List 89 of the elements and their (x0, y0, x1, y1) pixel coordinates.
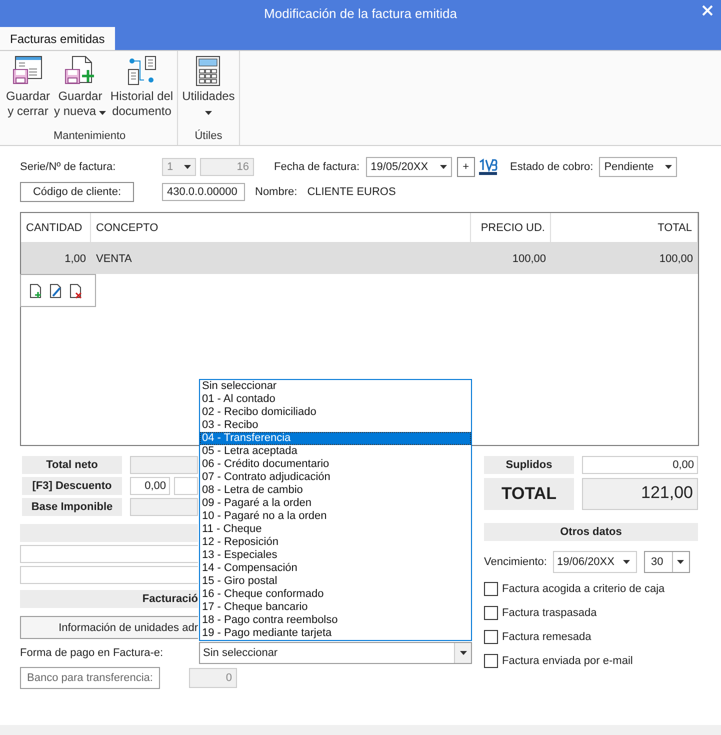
info-button[interactable]: Información de unidades adr (20, 616, 198, 639)
field-label: Serie/Nº de factura: (20, 161, 117, 173)
checkbox-label: Factura acogida a criterio de caja (502, 583, 665, 595)
dropdown-option[interactable]: 01 - Al contado (200, 393, 471, 406)
amount-field (130, 498, 198, 516)
group-label: Útiles (194, 130, 222, 144)
caret-icon (440, 165, 447, 169)
caret-icon (677, 560, 684, 564)
dropdown-option[interactable]: 19 - Pago mediante tarjeta (200, 627, 471, 640)
dropdown-option[interactable]: 13 - Especiales (200, 549, 471, 562)
dropdown-option[interactable]: 02 - Recibo domiciliado (200, 406, 471, 419)
total-label: [F3] Descuento (22, 477, 122, 495)
amount-field[interactable] (174, 477, 198, 495)
save-icon (12, 55, 44, 87)
checkbox[interactable] (484, 582, 498, 596)
checkbox[interactable] (484, 606, 498, 620)
dropdown-option[interactable]: 16 - Cheque conformado (200, 588, 471, 601)
payment-select[interactable]: Sin seleccionar (199, 642, 472, 664)
dropdown-option[interactable]: 03 - Recibo (200, 419, 471, 432)
ribbon-button[interactable]: Guardar y nueva (52, 55, 108, 130)
text-field[interactable] (20, 566, 198, 584)
ribbon-button[interactable]: Guardar y cerrar (4, 55, 52, 130)
client-name: CLIENTE EUROS (307, 186, 396, 198)
amount-field[interactable]: 0,00 (582, 456, 698, 474)
bank-field: 0 (188, 668, 237, 688)
total-label: Suplidos (484, 456, 574, 474)
ribbon-button[interactable]: Utilidades (180, 55, 237, 130)
number-field: 16 (200, 158, 254, 176)
dropdown-option[interactable]: 14 - Compensación (200, 562, 471, 575)
dropdown-option[interactable]: Sin seleccionar (200, 380, 471, 393)
field-label: Nombre: (255, 186, 298, 198)
dropdown-option[interactable]: 18 - Pago contra reembolso (200, 614, 471, 627)
dropdown-option[interactable]: 15 - Giro postal (200, 575, 471, 588)
checkbox-label: Factura traspasada (502, 607, 597, 619)
window-title: Modificación de la factura emitida (264, 6, 457, 21)
dropdown-option[interactable]: 06 - Crédito documentario (200, 458, 471, 471)
caret-icon (622, 560, 630, 564)
dropdown-option[interactable]: 08 - Letra de cambio (200, 484, 471, 497)
checkbox-label: Factura remesada (502, 631, 592, 643)
ribbon-tab[interactable]: Facturas emitidas (0, 27, 115, 50)
caret-icon (460, 651, 466, 655)
dropdown-option[interactable]: 04 - Transferencia (200, 432, 471, 445)
discount-field[interactable]: 0,00 (130, 477, 170, 495)
table-cell-text: 100,00 (658, 252, 694, 266)
table-cell-text: VENTA (95, 252, 133, 266)
dropdown-option[interactable]: 07 - Contrato adjudicación (200, 471, 471, 484)
dropdown-option[interactable]: 11 - Cheque (200, 523, 471, 536)
table-cell-text: 1,00 (64, 252, 87, 266)
field-label: Fecha de factura: (274, 161, 360, 173)
ribbon-button[interactable]: Historial del documento (108, 55, 176, 130)
dropdown-option[interactable]: 09 - Pagaré a la orden (200, 497, 471, 510)
group-label: Mantenimiento (53, 130, 126, 144)
total-label: Total neto (22, 456, 122, 474)
close-icon[interactable] (702, 5, 713, 16)
caret-icon (184, 165, 191, 169)
checkbox[interactable] (484, 630, 498, 644)
days-select[interactable]: 30 (644, 551, 690, 573)
client-code-field[interactable]: 430.0.0.00000 (162, 183, 245, 201)
table-cell-text: 100,00 (511, 252, 547, 266)
table-row[interactable]: 1,00 VENTA 100,00 100,00 (21, 243, 698, 274)
checkbox-label: Factura enviada por e-mail (502, 655, 633, 667)
bank-button[interactable]: Banco para transferencia: (20, 667, 160, 689)
amount-field (130, 456, 198, 474)
total-label: TOTAL (484, 478, 574, 510)
total-amount: 121,00 (582, 478, 698, 510)
caret-icon (665, 165, 672, 169)
plus-button[interactable]: + (456, 157, 476, 177)
status-select[interactable]: Pendiente (599, 157, 678, 177)
client-code-button[interactable]: Código de cliente: (20, 182, 134, 202)
dropdown-option[interactable]: 17 - Cheque bancario (200, 601, 471, 614)
dropdown-option[interactable]: 10 - Pagaré no a la orden (200, 510, 471, 523)
edit-line-icon[interactable] (49, 282, 63, 298)
save-new-icon (64, 55, 96, 87)
stamp-icon (478, 158, 498, 176)
date-select[interactable]: 19/05/20XX (366, 157, 452, 177)
delete-line-icon[interactable] (69, 282, 83, 298)
dropdown-option[interactable]: 05 - Letra aceptada (200, 445, 471, 458)
add-line-icon[interactable] (29, 282, 43, 298)
section-title: Facturació (20, 590, 198, 608)
dropdown-option[interactable]: 12 - Reposición (200, 536, 471, 549)
field-label: Forma de pago en Factura-e: (20, 647, 164, 659)
due-date-select[interactable]: 19/06/20XX (552, 551, 637, 573)
text-field[interactable] (20, 545, 198, 563)
field-label: Vencimiento: (484, 556, 547, 568)
section-title: Otros datos (484, 523, 698, 541)
field-label: Estado de cobro: (510, 161, 594, 173)
history-icon (126, 55, 158, 87)
checkbox[interactable] (484, 654, 498, 668)
total-label: Base Imponible (22, 498, 122, 516)
